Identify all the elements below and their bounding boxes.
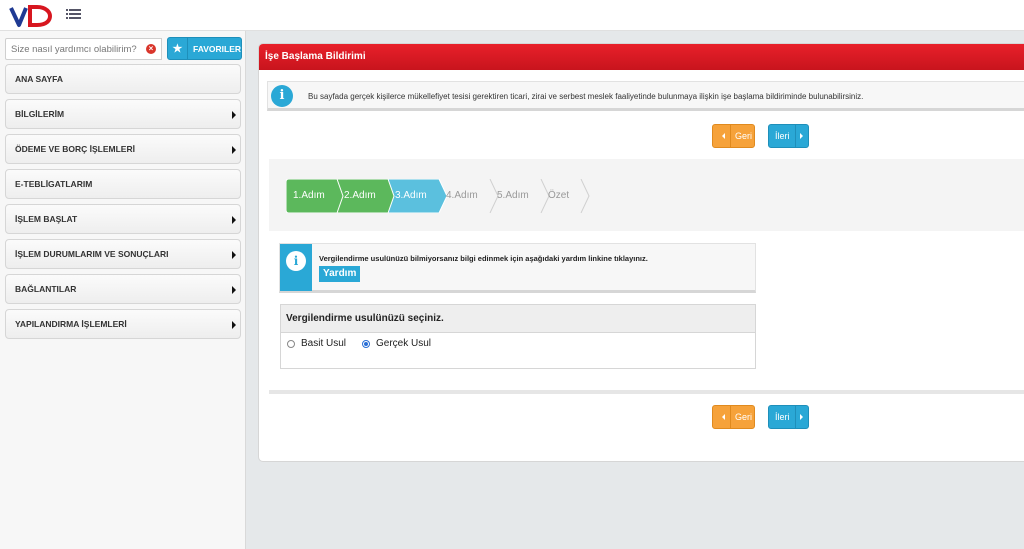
sidebar-item-baglantilar[interactable]: BAĞLANTILAR (5, 274, 241, 304)
search-row: × ★ FAVORILER (5, 37, 242, 60)
wizard-step[interactable]: Özet (541, 179, 591, 213)
tax-method-box: Vergilendirme usulünüzü seçiniz. Basit U… (280, 304, 756, 369)
sidebar-item-label: İŞLEM BAŞLAT (15, 214, 78, 224)
radio-gercek-usul[interactable]: Gerçek Usul (362, 338, 431, 349)
page-title: İşe Başlama Bildirimi (259, 44, 1024, 70)
sidebar-item-label: ANA SAYFA (15, 74, 64, 84)
menu-list-icon[interactable] (66, 9, 81, 19)
sidebar-item-islem-durumlarim[interactable]: İŞLEM DURUMLARIM VE SONUÇLARI (5, 239, 241, 269)
radio-basit-usul[interactable]: Basit Usul (287, 338, 346, 349)
clear-search-icon[interactable]: × (146, 44, 156, 54)
sidebar-item-odeme-borc[interactable]: ÖDEME VE BORÇ İŞLEMLERİ (5, 134, 241, 164)
caret-right-icon (232, 216, 236, 224)
chevron-left-icon (722, 133, 725, 139)
caret-right-icon (232, 321, 236, 329)
help-text: Vergilendirme usulünüzü bilmiyorsanız bi… (319, 254, 648, 263)
main-panel: İşe Başlama Bildirimi i Bu sayfada gerçe… (258, 43, 1024, 462)
info-icon: i (286, 251, 306, 271)
wizard-step-label: 1.Adım (293, 190, 325, 201)
sidebar-item-e-tebligatlarim[interactable]: E-TEBLİGATLARIM (5, 169, 241, 199)
caret-right-icon (232, 146, 236, 154)
tax-method-heading: Vergilendirme usulünüzü seçiniz. (281, 305, 755, 333)
top-nav-buttons: Geri İleri (712, 124, 812, 148)
sidebar-item-label: BİLGİLERİM (15, 109, 65, 119)
back-button-top[interactable]: Geri (712, 124, 755, 148)
sidebar-item-label: YAPILANDIRMA İŞLEMLERİ (15, 319, 127, 329)
wizard-steps-band: 1.Adım 2.Adım 3.Adım 4.Adım 5.Adım Özet (269, 159, 1024, 231)
back-label: Geri (735, 131, 753, 141)
caret-right-icon (232, 111, 236, 119)
chevron-right-icon (799, 133, 803, 139)
chevron-left-icon (722, 414, 725, 420)
help-box: i Vergilendirme usulünüzü bilmiyorsanız … (279, 243, 756, 293)
radio-button[interactable] (287, 339, 295, 348)
sidebar-item-islem-baslat[interactable]: İŞLEM BAŞLAT (5, 204, 241, 234)
sidebar-item-label: E-TEBLİGATLARIM (15, 179, 93, 189)
help-link[interactable]: Yardım (319, 266, 361, 282)
wizard-step-label: 4.Adım (446, 190, 478, 201)
info-bar: i Bu sayfada gerçek kişilerce mükellefiy… (267, 81, 1024, 111)
info-icon: i (271, 85, 293, 107)
bottom-nav-buttons: Geri İleri (712, 405, 812, 429)
sidebar-item-yapilandirma[interactable]: YAPILANDIRMA İŞLEMLERİ (5, 309, 241, 339)
info-text: Bu sayfada gerçek kişilerce mükellefiyet… (308, 92, 864, 101)
sidebar-item-label: İŞLEM DURUMLARIM VE SONUÇLARI (15, 249, 169, 259)
next-button-bottom[interactable]: İleri (768, 405, 809, 429)
tax-method-options: Basit Usul Gerçek Usul (287, 338, 447, 349)
vd-logo[interactable] (9, 3, 53, 29)
next-button-top[interactable]: İleri (768, 124, 809, 148)
divider (269, 390, 1024, 394)
wizard-step-label: Özet (548, 190, 570, 201)
radio-button[interactable] (362, 339, 371, 348)
wizard-step-label: 2.Adım (344, 190, 376, 201)
favorites-label: FAVORILER (192, 43, 241, 54)
help-icon-column: i (280, 244, 312, 291)
favorites-button[interactable]: ★ FAVORILER (167, 37, 242, 60)
wizard-step-label: 5.Adım (497, 190, 529, 201)
wizard-step-label: 3.Adım (395, 190, 427, 201)
caret-right-icon (232, 251, 236, 259)
next-label: İleri (775, 131, 790, 141)
radio-label: Basit Usul (301, 338, 347, 349)
back-button-bottom[interactable]: Geri (712, 405, 755, 429)
sidebar-item-label: BAĞLANTILAR (15, 284, 77, 294)
button-separator (794, 125, 796, 147)
sidebar-nav: ANA SAYFA BİLGİLERİM ÖDEME VE BORÇ İŞLEM… (5, 64, 241, 344)
back-label: Geri (735, 412, 753, 422)
sidebar-item-bilgilerim[interactable]: BİLGİLERİM (5, 99, 241, 129)
sidebar-item-ana-sayfa[interactable]: ANA SAYFA (5, 64, 241, 94)
button-separator (794, 406, 796, 428)
next-label: İleri (775, 412, 790, 422)
top-bar (0, 0, 1024, 31)
radio-label: Gerçek Usul (376, 338, 432, 349)
sidebar: × ★ FAVORILER ANA SAYFA BİLGİLERİM ÖDEME… (0, 31, 246, 549)
chevron-right-icon (799, 414, 803, 420)
caret-right-icon (232, 286, 236, 294)
star-icon: ★ (168, 38, 188, 59)
sidebar-item-label: ÖDEME VE BORÇ İŞLEMLERİ (15, 144, 135, 154)
search-input[interactable] (5, 38, 162, 60)
